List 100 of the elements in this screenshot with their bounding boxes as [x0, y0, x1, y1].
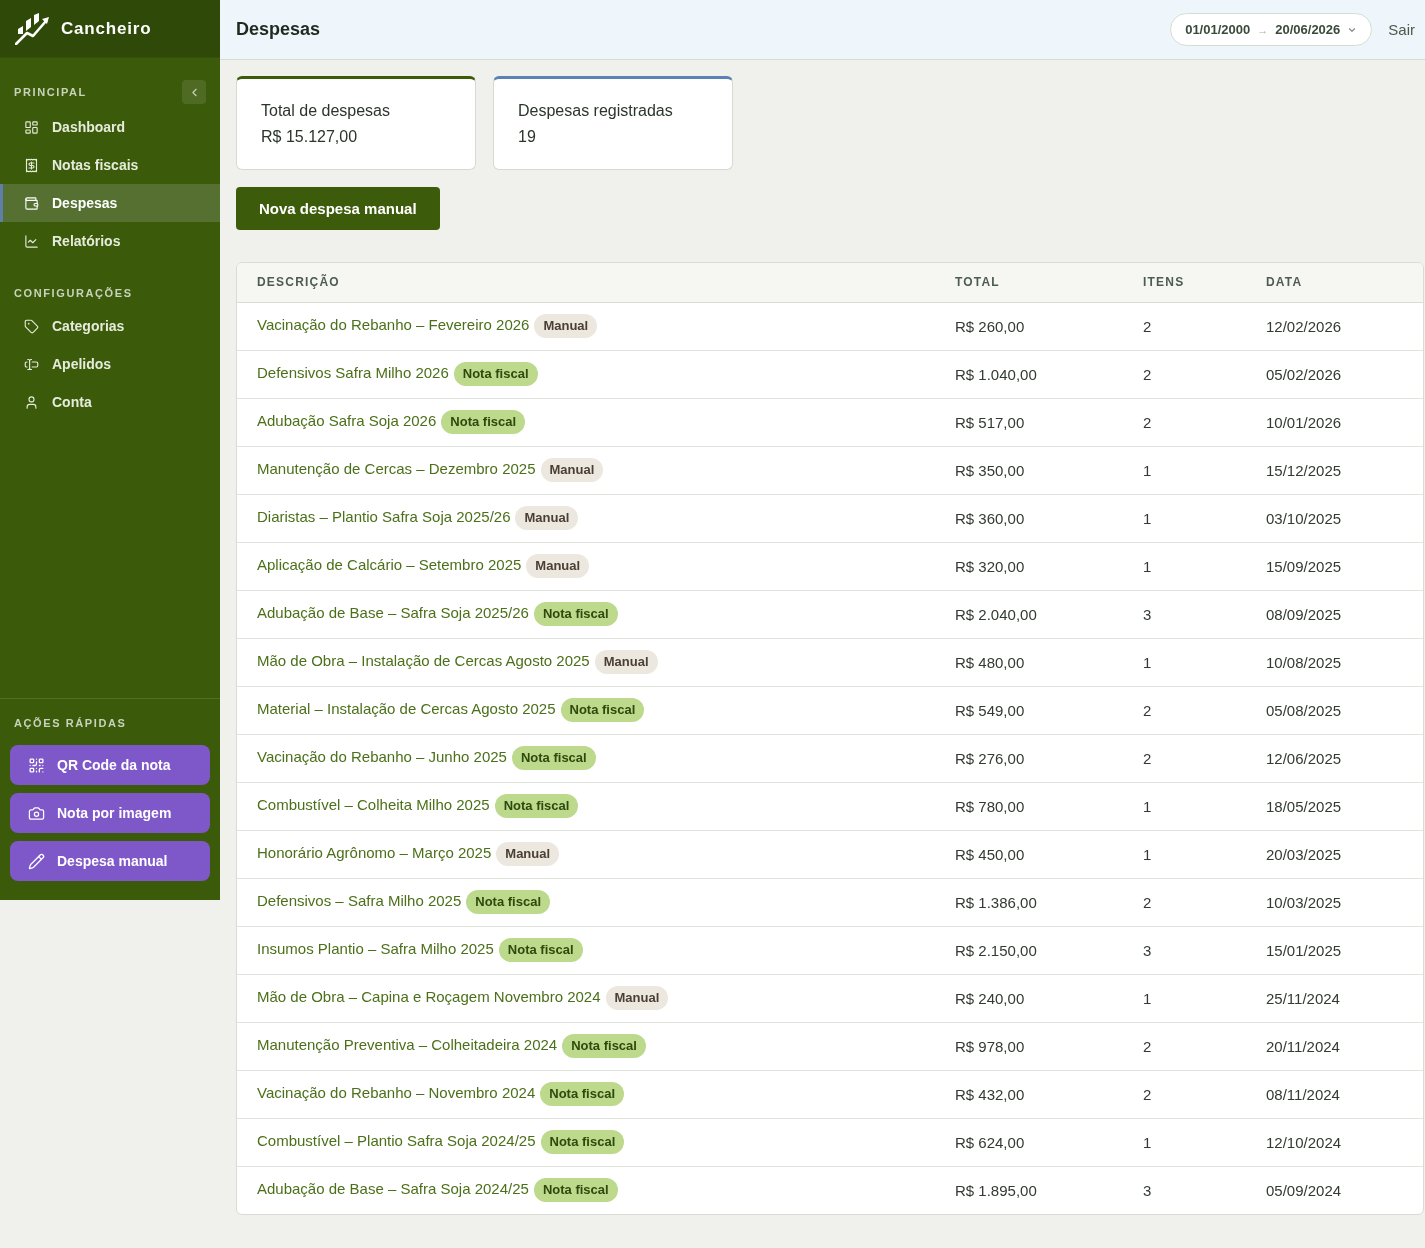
table-cell: 3	[1123, 926, 1246, 974]
table-cell: 1	[1123, 638, 1246, 686]
table-cell: R$ 780,00	[935, 782, 1123, 830]
table-cell: 10/08/2025	[1246, 638, 1423, 686]
expense-link[interactable]: Material – Instalação de Cercas Agosto 2025	[257, 699, 556, 717]
table-cell: 1	[1123, 494, 1246, 542]
new-expense-button[interactable]: Nova despesa manual	[236, 187, 440, 230]
invoice-tag: Nota fiscal	[511, 746, 596, 770]
invoice-tag: Nota fiscal	[533, 602, 618, 626]
column-header: DATA	[1246, 263, 1423, 302]
brand-name: Cancheiro	[61, 18, 152, 39]
invoice-tag: Nota fiscal	[453, 362, 538, 386]
table-cell: R$ 978,00	[935, 1022, 1123, 1070]
section-label: PRINCIPAL	[14, 86, 87, 98]
invoice-tag: Nota fiscal	[540, 1130, 625, 1154]
expense-link[interactable]: Manutenção Preventiva – Colheitadeira 2024	[257, 1035, 558, 1053]
card-value: R$ 15.127,00	[261, 127, 359, 147]
invoice-tag: Nota fiscal	[441, 410, 526, 434]
manual-tag: Manual	[534, 314, 598, 338]
expense-link[interactable]: Adubação de Base – Safra Soja 2025/26	[257, 603, 529, 621]
expense-link[interactable]: Combustível – Colheita Milho 2025	[257, 795, 490, 813]
table-cell: R$ 240,00	[935, 974, 1123, 1022]
table-cell: R$ 2.150,00	[935, 926, 1123, 974]
table-cell: 2	[1123, 734, 1246, 782]
table-cell: 10/03/2025	[1246, 878, 1423, 926]
table-cell: R$ 1.895,00	[935, 1166, 1123, 1214]
invoice-tag: Nota fiscal	[533, 1178, 618, 1203]
quick-action-button[interactable]: QR Code da nota	[10, 745, 210, 785]
table-cell: 2	[1123, 302, 1246, 350]
wallet-icon	[24, 195, 39, 211]
date-range-button[interactable]: 01/01/2000 → 20/06/2026	[1170, 13, 1373, 46]
collapse-button[interactable]	[182, 80, 206, 104]
card-label: Total de despesas	[261, 101, 391, 121]
column-header: ITENS	[1123, 263, 1246, 302]
expense-link[interactable]: Vacinação do Rebanho – Fevereiro 2026	[257, 315, 530, 333]
nav-item[interactable]: Categorias	[0, 307, 220, 345]
expense-link[interactable]: Insumos Plantio – Safra Milho 2025	[257, 939, 494, 957]
table-cell: 20/03/2025	[1246, 830, 1423, 878]
column-header: DESCRIÇÃO	[237, 263, 935, 302]
section-label: CONFIGURAÇÕES	[14, 287, 133, 299]
expense-link[interactable]: Adubação Safra Soja 2026	[257, 411, 437, 429]
table-cell: 3	[1123, 590, 1246, 638]
table-cell: 1	[1123, 830, 1246, 878]
table-cell: 12/02/2026	[1246, 302, 1423, 350]
table-cell: 25/11/2024	[1246, 974, 1423, 1022]
table-cell: 2	[1123, 350, 1246, 398]
nav-item[interactable]: Notas fiscais	[0, 146, 220, 184]
nav-item[interactable]: Dashboard	[0, 108, 220, 146]
table-cell: 05/08/2025	[1246, 686, 1423, 734]
expense-link[interactable]: Honorário Agrônomo – Março 2025	[257, 843, 492, 861]
receipt-icon	[24, 157, 39, 173]
expense-link[interactable]: Adubação de Base – Safra Soja 2024/25	[257, 1180, 529, 1198]
expense-link[interactable]: Vacinação do Rebanho – Junho 2025	[257, 747, 507, 765]
logout-link[interactable]: Sair	[1388, 21, 1415, 38]
text-cursor-icon	[24, 356, 39, 372]
table-cell: 2	[1123, 1070, 1246, 1118]
nav-item[interactable]: Despesas	[0, 184, 220, 222]
expense-link[interactable]: Manutenção de Cercas – Dezembro 2025	[257, 459, 536, 477]
manual-tag: Manual	[540, 458, 604, 482]
expense-link[interactable]: Defensivos Safra Milho 2026	[257, 363, 449, 381]
qr-code-icon	[28, 756, 45, 774]
nav-item[interactable]: Relatórios	[0, 222, 220, 260]
invoice-tag: Nota fiscal	[494, 794, 579, 818]
table-cell: 05/02/2026	[1246, 350, 1423, 398]
section-label: AÇÕES RÁPIDAS	[13, 717, 128, 729]
table-cell: R$ 480,00	[935, 638, 1123, 686]
expense-link[interactable]: Mão de Obra – Capina e Roçagem Novembro 2024	[257, 987, 601, 1005]
column-header: TOTAL	[935, 263, 1123, 302]
expense-link[interactable]: Combustível – Plantio Safra Soja 2024/25	[257, 1131, 536, 1149]
table-cell: 08/09/2025	[1246, 590, 1423, 638]
manual-tag: Manual	[515, 506, 579, 530]
nav-item[interactable]: Apelidos	[0, 345, 220, 383]
table-cell: 1	[1123, 782, 1246, 830]
table-cell: 20/11/2024	[1246, 1022, 1423, 1070]
table-cell: 18/05/2025	[1246, 782, 1423, 830]
table-cell: R$ 1.386,00	[935, 878, 1123, 926]
table-cell: R$ 2.040,00	[935, 590, 1123, 638]
expense-link[interactable]: Diaristas – Plantio Safra Soja 2025/26	[257, 507, 511, 525]
invoice-tag: Nota fiscal	[560, 698, 645, 722]
table-cell: R$ 517,00	[935, 398, 1123, 446]
table-cell: R$ 360,00	[935, 494, 1123, 542]
expense-link[interactable]: Vacinação do Rebanho – Novembro 2024	[257, 1083, 536, 1101]
expense-link[interactable]: Defensivos – Safra Milho 2025	[257, 891, 462, 909]
table-cell: R$ 549,00	[935, 686, 1123, 734]
card-value: 19	[518, 127, 537, 147]
nav-item[interactable]: Conta	[0, 383, 220, 421]
quick-action-button[interactable]: Nota por imagem	[10, 793, 210, 833]
invoice-tag: Nota fiscal	[540, 1082, 624, 1106]
table-cell: 2	[1123, 1022, 1246, 1070]
table-cell: 1	[1123, 446, 1246, 494]
table-cell: 2	[1123, 686, 1246, 734]
dashboard-icon	[24, 119, 39, 135]
quick-action-button[interactable]: Despesa manual	[10, 841, 210, 881]
expense-link[interactable]: Mão de Obra – Instalação de Cercas Agosto 2025	[257, 651, 590, 669]
table-cell: 2	[1123, 878, 1246, 926]
page-title: Despesas	[236, 19, 321, 40]
manual-tag: Manual	[526, 554, 590, 578]
expense-link[interactable]: Aplicação de Calcário – Setembro 2025	[257, 555, 522, 573]
invoice-tag: Nota fiscal	[562, 1034, 646, 1058]
invoice-tag: Nota fiscal	[498, 938, 583, 962]
